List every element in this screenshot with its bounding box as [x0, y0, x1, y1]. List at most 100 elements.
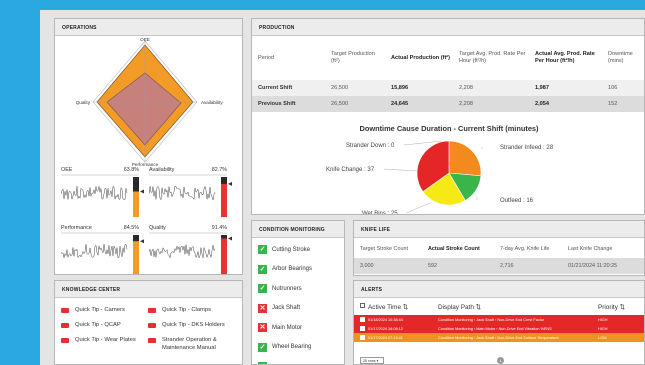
- row-period: Current Shift: [252, 80, 327, 96]
- page-indicator[interactable]: 1: [497, 357, 504, 364]
- knowledge-link-label: Quick Tip - Clamps: [162, 307, 211, 313]
- pie-label: Strander Infeed : 28: [500, 145, 554, 151]
- alert-time: 01/17/2024 07:13:41: [368, 333, 438, 342]
- alert-priority: LOW: [598, 333, 644, 342]
- rows-per-page-select[interactable]: 25 rows ▾: [360, 357, 384, 364]
- pie-slice-strander-infeed[interactable]: [448, 140, 482, 177]
- row-downtime: 106: [604, 80, 644, 96]
- alerts-panel: ALERTS Active Time ⇅ Display Path ⇅ Prio…: [353, 280, 645, 365]
- gauge-sparkline: [149, 232, 232, 274]
- condition-item[interactable]: ✕ Jack Shaft: [252, 299, 344, 319]
- check-icon: ✓: [258, 342, 267, 352]
- knowledge-link-carners[interactable]: Quick Tip - Carners: [61, 307, 125, 315]
- check-icon: ✓: [258, 284, 267, 294]
- alert-time: 01/17/2024 16:08:12: [368, 324, 438, 333]
- gauge-marker: [228, 236, 232, 241]
- rows-per-page-value: 25 rows: [363, 359, 376, 363]
- error-icon: ✕: [258, 303, 267, 313]
- condition-item[interactable]: ✕ Main Motor: [252, 318, 344, 338]
- document-icon: [61, 338, 69, 343]
- document-icon: [61, 308, 69, 313]
- condition-monitoring-panel: CONDITION MONITORING ✓ Cutting Stroke ✓ Arb…: [251, 220, 345, 365]
- knife-header-last-change: Last Knife Change: [568, 246, 613, 252]
- alert-row[interactable]: 01/17/2024 16:08:12 Condition Monitoring …: [354, 324, 644, 333]
- gauge-label: OEE: [61, 167, 73, 173]
- alerts-header-row: Active Time ⇅ Display Path ⇅ Priority ⇅: [354, 298, 644, 315]
- condition-item-label: Jack Shaft: [272, 305, 301, 312]
- knife-value-last-change: 01/21/2024 11:20:25: [562, 258, 644, 274]
- condition-item[interactable]: ✓Batch Feeder: [252, 357, 344, 364]
- alert-row[interactable]: 01/17/2024 07:13:41 Condition Monitoring …: [354, 333, 644, 342]
- alert-row-checkbox[interactable]: [360, 334, 365, 340]
- gauge-label: Quality: [149, 225, 166, 231]
- header-actual-rate: Actual Avg. Prod. Rate Per Hour (ft²/h): [535, 51, 595, 64]
- alert-time: 01/18/2024 10:38:44: [368, 315, 438, 324]
- operations-panel: OPERATIONS OEE Availability Performance …: [54, 18, 243, 275]
- gauge-marker: [228, 181, 232, 186]
- production-table: Period Target Production (ft²) Actual Pr…: [252, 36, 644, 112]
- header-downtime: Downtime (mins): [608, 51, 633, 64]
- alerts-header-time[interactable]: Active Time ⇅: [368, 298, 438, 315]
- knowledge-link-qcap[interactable]: Quick Tip - QCAP: [61, 322, 121, 330]
- knowledge-link-manual[interactable]: Strander Operation & Maintenance Manual: [148, 337, 238, 352]
- gauge-bar-fill: [221, 238, 227, 274]
- condition-item[interactable]: ✓ Wheel Bearing: [252, 338, 344, 358]
- condition-item[interactable]: ✓ Nutrunners: [252, 279, 344, 299]
- table-row: Previous Shift 26,500 24,645 2,208 2,054…: [252, 96, 644, 112]
- row-actual-rate: 2,054: [531, 96, 604, 112]
- document-icon: [148, 323, 156, 328]
- alerts-title: ALERTS: [354, 281, 644, 298]
- condition-item-label: Main Motor: [272, 324, 303, 331]
- alerts-table: Active Time ⇅ Display Path ⇅ Priority ⇅ …: [354, 298, 644, 342]
- table-row: Current Shift 26,500 15,896 2,208 1,987 …: [252, 80, 644, 96]
- production-title: PRODUCTION: [252, 19, 644, 36]
- knowledge-link-clamps[interactable]: Quick Tip - Clamps: [148, 307, 211, 315]
- knife-header-actual: Actual Stroke Count: [428, 246, 480, 252]
- alert-row[interactable]: 01/18/2024 10:38:44 Condition Monitoring …: [354, 315, 644, 324]
- select-all-checkbox[interactable]: [360, 303, 365, 308]
- page-number: 1: [499, 358, 502, 363]
- knife-value-target: 3,000: [354, 258, 422, 274]
- downtime-pie-chart: Strander Infeed : 28 Outfeed : 16 Wet Bins…: [326, 140, 554, 214]
- row-actual: 15,896: [387, 80, 455, 96]
- gauge-label: Performance: [61, 225, 92, 231]
- alerts-header-priority[interactable]: Priority ⇅: [598, 298, 644, 315]
- gauge-value: 91.4%: [211, 225, 227, 231]
- gauge-sparkline: [61, 232, 144, 274]
- check-icon: ✓: [258, 264, 267, 274]
- alert-priority: HIGH: [598, 324, 644, 333]
- knowledge-link-dks-holders[interactable]: Quick Tip - DKS Holders: [148, 322, 225, 330]
- condition-item-label: Arbor Bearings: [272, 266, 313, 273]
- gauge-value: 84.5%: [123, 225, 139, 231]
- pie-label: Strander Down : 0: [346, 143, 395, 149]
- gauge-bar-fill: [221, 183, 227, 217]
- check-icon: ✓: [258, 245, 267, 255]
- row-actual-rate: 1,987: [531, 80, 604, 96]
- condition-item[interactable]: ✓ Arbor Bearings: [252, 260, 344, 280]
- knowledge-link-wear-plates[interactable]: Quick Tip - Wear Plates: [61, 337, 136, 345]
- condition-list: ✓ Cutting Stroke ✓ Arbor Bearings ✓ Nutrunner…: [252, 238, 344, 364]
- condition-item-label: Wheel Bearing: [272, 344, 312, 351]
- condition-item[interactable]: ✓ Cutting Stroke: [252, 240, 344, 260]
- pie-label: Knife Change : 37: [326, 167, 375, 173]
- dashboard-canvas: OPERATIONS OEE Availability Performance …: [40, 10, 645, 365]
- knowledge-link-label: Strander Operation & Maintenance Manual: [162, 337, 217, 351]
- knowledge-center-title: KNOWLEDGE CENTER: [55, 281, 242, 298]
- alert-path: Condition Monitoring › Main Motor › Non-…: [438, 324, 598, 333]
- gauge-bar-fill: [133, 241, 139, 274]
- pie-leader-line: [406, 202, 431, 214]
- row-target-rate: 2,208: [455, 96, 531, 112]
- kpi-gauge: Performance 84.5%: [61, 225, 145, 274]
- knife-value-avg: 2,716: [494, 258, 562, 274]
- alert-row-checkbox[interactable]: [360, 325, 365, 331]
- alert-row-checkbox[interactable]: [360, 316, 365, 322]
- knowledge-link-label: Quick Tip - QCAP: [75, 322, 121, 328]
- condition-item-label: Cutting Stroke: [272, 246, 311, 253]
- gauge-bar-fill: [133, 191, 139, 217]
- radar-label-oee: OEE: [140, 37, 150, 42]
- alerts-header-path[interactable]: Display Path ⇅: [438, 298, 598, 315]
- production-panel: PRODUCTION Period Target Production (ft²…: [251, 18, 645, 215]
- header-target-rate: Target Avg. Prod. Rate Per Hour (ft²/h): [459, 51, 526, 64]
- row-downtime: 152: [604, 96, 644, 112]
- knife-header-avg: 7-day Avg. Knife Life: [500, 246, 550, 252]
